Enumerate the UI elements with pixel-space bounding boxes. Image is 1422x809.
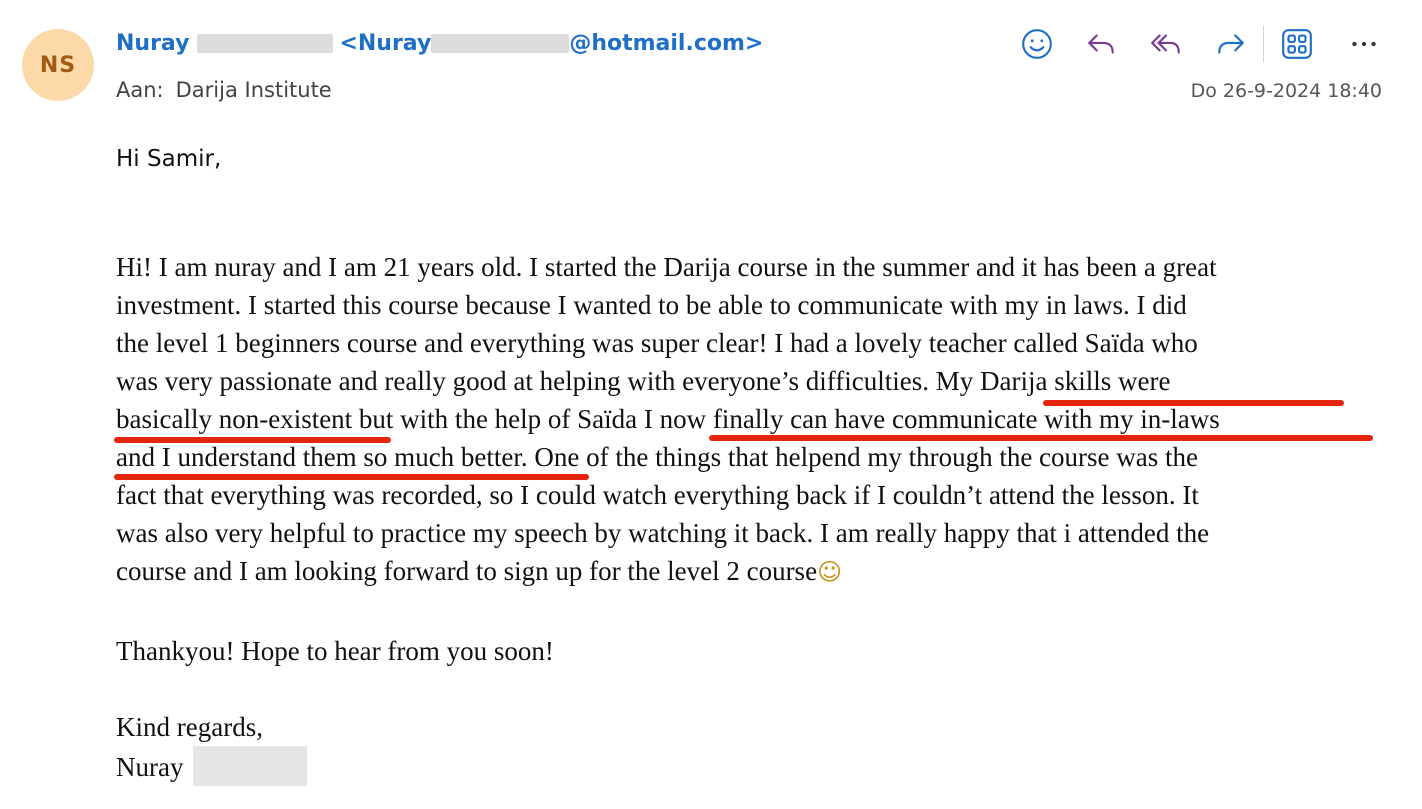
highlight-underline [1043,400,1344,406]
highlight-underline [114,474,589,480]
reply-icon[interactable] [1081,24,1121,64]
body-line: Hi! I am nuray and I am 21 years old. I … [116,252,1217,282]
body-line: fact that everything was recorded, so I … [116,480,1199,510]
body-line: and I understand them so much better. On… [116,442,1198,472]
thanks-line: Thankyou! Hope to hear from you soon! [116,636,554,666]
emoji-icon[interactable] [1017,24,1057,64]
toolbar-divider [1263,26,1264,62]
more-icon[interactable] [1344,24,1384,64]
recipient-line: Aan: Darija Institute [116,74,332,106]
apps-icon[interactable] [1277,24,1317,64]
body-line: investment. I started this course becaus… [116,290,1187,320]
redacted-signature [193,746,308,786]
recipient-label: Aan: [116,78,164,102]
sender-email-suffix[interactable]: @hotmail.com> [569,31,763,56]
smile-emoji-icon: ☺ [817,558,843,586]
body-line: basically non-existent but with the help… [116,404,1220,434]
signature-name: Nuray [116,752,184,783]
reply-all-icon[interactable] [1146,24,1186,64]
highlight-underline [114,437,391,443]
recipient-name[interactable]: Darija Institute [176,78,332,102]
body-line: course and I am looking forward to sign … [116,556,842,587]
greeting: Hi Samir, [116,146,222,172]
sender-name[interactable]: Nuray [116,31,189,56]
body-line-text: course and I am looking forward to sign … [116,556,818,586]
body-line: was very passionate and really good at h… [116,366,1171,396]
signature: Nuray [116,746,308,790]
forward-icon[interactable] [1211,24,1251,64]
redacted-surname [197,33,334,53]
body-line: the level 1 beginners course and everyth… [116,328,1198,358]
sender-email-prefix[interactable]: <Nuray [339,31,431,56]
avatar[interactable]: NS [22,29,94,101]
body-line: was also very helpful to practice my spe… [116,518,1210,548]
sender-line[interactable]: Nuray <Nuray @hotmail.com> [116,27,763,59]
redacted-email [431,33,570,53]
highlight-underline [709,435,1373,441]
sent-date: Do 26-9-2024 18:40 [1190,80,1382,102]
closing-line: Kind regards, [116,712,263,742]
